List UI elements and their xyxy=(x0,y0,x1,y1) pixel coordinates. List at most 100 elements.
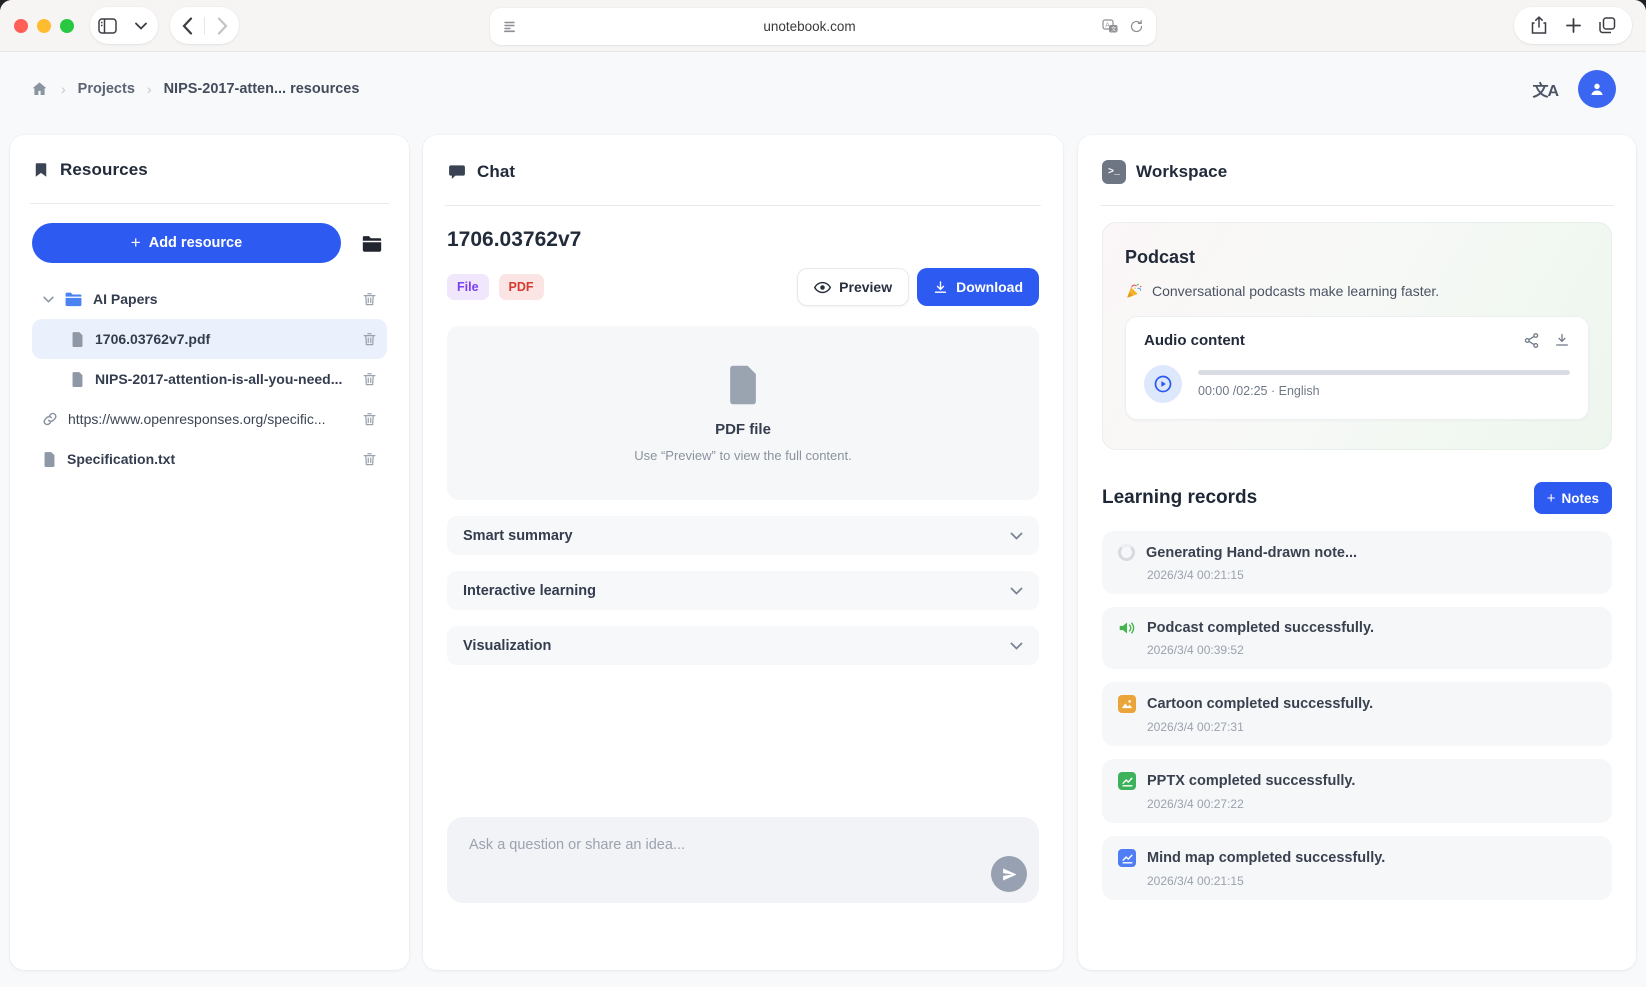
record-timestamp: 2026/3/4 00:21:15 xyxy=(1147,874,1596,888)
url-text[interactable]: unotebook.com xyxy=(517,19,1102,34)
chevron-down-icon[interactable] xyxy=(40,296,56,303)
pdf-card-hint: Use “Preview” to view the full content. xyxy=(634,448,851,463)
record-pptx[interactable]: PPTX completed successfully. 2026/3/4 00… xyxy=(1102,759,1612,823)
record-timestamp: 2026/3/4 00:27:22 xyxy=(1147,797,1596,811)
folder-manage-button[interactable] xyxy=(357,230,387,257)
link-icon xyxy=(42,411,58,427)
trash-icon[interactable] xyxy=(358,407,381,431)
toolbar-right xyxy=(1514,7,1632,44)
file-icon xyxy=(70,371,85,388)
terminal-icon: >_ xyxy=(1102,160,1126,184)
document-title: 1706.03762v7 xyxy=(447,228,1039,252)
add-resource-button[interactable]: + Add resource xyxy=(32,223,341,263)
record-cartoon[interactable]: Cartoon completed successfully. 2026/3/4… xyxy=(1102,682,1612,746)
spinner-icon xyxy=(1118,544,1135,561)
progress-bar[interactable] xyxy=(1198,370,1570,375)
pdf-card-title: PDF file xyxy=(715,421,771,438)
player-time: 00:00 /02:25 · English xyxy=(1198,384,1570,398)
chat-panel: Chat 1706.03762v7 File PDF Preview Downl… xyxy=(423,135,1063,970)
preview-button[interactable]: Preview xyxy=(797,268,909,306)
plus-icon: + xyxy=(1547,490,1556,507)
avatar[interactable] xyxy=(1578,70,1616,108)
sidebar-chevron-down-icon[interactable] xyxy=(124,7,158,44)
tree-item-file-selected[interactable]: 1706.03762v7.pdf xyxy=(32,319,387,359)
breadcrumb-bar: › Projects › NIPS-2017-atten... resource… xyxy=(0,52,1646,125)
chart-board-green-icon xyxy=(1118,772,1136,790)
trash-icon[interactable] xyxy=(358,287,381,311)
traffic-lights xyxy=(14,19,74,33)
section-visualization[interactable]: Visualization xyxy=(447,626,1039,665)
record-podcast[interactable]: Podcast completed successfully. 2026/3/4… xyxy=(1102,607,1612,669)
home-icon[interactable] xyxy=(30,80,49,98)
breadcrumb-item-current: NIPS-2017-atten... resources xyxy=(164,81,360,97)
share-nodes-icon[interactable] xyxy=(1523,332,1540,349)
send-icon xyxy=(1001,866,1018,883)
play-button[interactable] xyxy=(1144,365,1182,403)
language-switch-icon[interactable]: 文A xyxy=(1532,77,1558,101)
audio-card: Audio content 00:00 /02:25 · English xyxy=(1125,316,1589,420)
urlbar-icons: A 文 xyxy=(1102,19,1144,34)
tree-item-label: NIPS-2017-attention-is-all-you-need... xyxy=(95,371,358,387)
translate-icon[interactable]: A 文 xyxy=(1102,19,1119,34)
chevron-down-icon xyxy=(1010,587,1023,595)
document-icon xyxy=(724,363,762,407)
pdf-badge: PDF xyxy=(499,274,544,300)
workspace-panel: >_ Workspace Podcast Conversational podc… xyxy=(1078,135,1636,970)
resources-title: Resources xyxy=(60,160,148,180)
breadcrumb-separator: › xyxy=(61,81,66,97)
resources-panel: Resources + Add resource AI Papers xyxy=(10,135,409,970)
share-icon[interactable] xyxy=(1522,7,1556,44)
section-smart-summary[interactable]: Smart summary xyxy=(447,516,1039,555)
record-timestamp: 2026/3/4 00:39:52 xyxy=(1147,643,1596,657)
record-hand-drawn-note[interactable]: Generating Hand-drawn note... 2026/3/4 0… xyxy=(1102,531,1612,594)
download-button[interactable]: Download xyxy=(917,268,1039,306)
nav-buttons xyxy=(170,7,239,44)
eye-icon xyxy=(814,281,831,294)
back-button[interactable] xyxy=(170,7,204,44)
tree-item-folder[interactable]: AI Papers xyxy=(32,279,387,319)
zoom-window-button[interactable] xyxy=(60,19,74,33)
chat-input[interactable] xyxy=(447,817,1039,903)
sidebar-toggle-icon[interactable] xyxy=(90,7,124,44)
breadcrumb-item-projects[interactable]: Projects xyxy=(78,81,135,97)
notes-button[interactable]: + Notes xyxy=(1534,482,1612,514)
send-button[interactable] xyxy=(991,856,1027,892)
play-icon xyxy=(1152,373,1174,395)
tree-item-label: 1706.03762v7.pdf xyxy=(95,331,358,347)
reader-icon[interactable] xyxy=(502,19,517,34)
download-audio-icon[interactable] xyxy=(1554,332,1570,348)
tab-overview-icon[interactable] xyxy=(1590,7,1624,44)
breadcrumb-separator: › xyxy=(147,81,152,97)
trash-icon[interactable] xyxy=(358,367,381,391)
section-interactive-learning[interactable]: Interactive learning xyxy=(447,571,1039,610)
podcast-card: Podcast Conversational podcasts make lea… xyxy=(1102,222,1612,450)
divider xyxy=(30,203,389,204)
reload-icon[interactable] xyxy=(1129,19,1144,34)
tree-item-file[interactable]: NIPS-2017-attention-is-all-you-need... xyxy=(32,359,387,399)
address-bar[interactable]: unotebook.com A 文 xyxy=(490,8,1156,45)
record-timestamp: 2026/3/4 00:21:15 xyxy=(1147,568,1596,582)
record-timestamp: 2026/3/4 00:27:31 xyxy=(1147,720,1596,734)
close-window-button[interactable] xyxy=(14,19,28,33)
audio-title: Audio content xyxy=(1144,332,1245,349)
record-mind-map[interactable]: Mind map completed successfully. 2026/3/… xyxy=(1102,836,1612,900)
trash-icon[interactable] xyxy=(358,447,381,471)
file-icon xyxy=(42,451,57,468)
picture-icon xyxy=(1118,695,1136,713)
new-tab-icon[interactable] xyxy=(1556,7,1590,44)
trash-icon[interactable] xyxy=(358,327,381,351)
minimize-window-button[interactable] xyxy=(37,19,51,33)
tree-item-file[interactable]: Specification.txt xyxy=(32,439,387,479)
forward-button[interactable] xyxy=(205,7,239,44)
folder-dark-icon xyxy=(361,234,383,253)
tree-item-label: AI Papers xyxy=(93,291,358,307)
sidebar-toggle-group xyxy=(90,7,158,44)
tree-item-link[interactable]: https://www.openresponses.org/specific..… xyxy=(32,399,387,439)
divider xyxy=(1100,205,1614,206)
workspace-title: Workspace xyxy=(1136,162,1227,182)
chart-board-blue-icon xyxy=(1118,849,1136,867)
browser-window: unotebook.com A 文 xyxy=(0,0,1646,987)
bookmark-icon xyxy=(32,160,50,180)
chat-title: Chat xyxy=(477,162,515,182)
folder-icon xyxy=(64,291,83,307)
